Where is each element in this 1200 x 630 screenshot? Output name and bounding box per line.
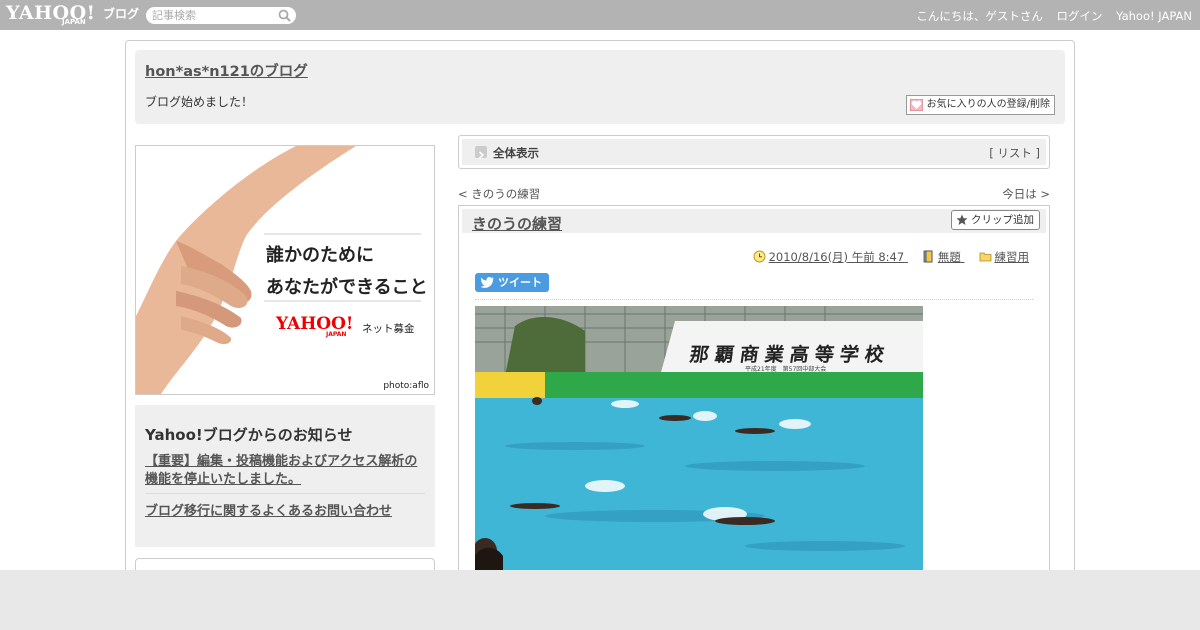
user-menu: こんにちは、ゲストさん ログイン Yahoo! JAPAN (916, 8, 1192, 24)
notice-divider (145, 493, 425, 494)
blog-post: きのうの練習 クリップ追加 2010/8/16(月) 午前 8:47 無題 練習… (458, 205, 1050, 587)
clip-add-label: クリップ追加 (971, 214, 1034, 226)
next-arrow: > (1040, 187, 1050, 201)
blog-header: hon*as*n121のブログ ブログ始めました！ お気に入りの人の登録/削除 (135, 50, 1065, 124)
post-theme[interactable]: 無題 (922, 250, 965, 264)
charity-banner[interactable]: 誰かのために あなたができること YAHOO! JAPAN ネット募金 phot… (135, 145, 435, 395)
post-meta: 2010/8/16(月) 午前 8:47 無題 練習用 (739, 249, 1029, 265)
notice-link-important[interactable]: 【重要】編集・投稿機能およびアクセス解析の機能を停止いたしました。 (145, 453, 429, 489)
prev-post-link[interactable]: きのうの練習 (471, 187, 540, 201)
yahoo-logo-sub: JAPAN (62, 18, 86, 26)
list-view-link[interactable]: リスト (997, 146, 1032, 160)
blog-service-label[interactable]: ブログ (103, 5, 139, 22)
clock-icon (753, 250, 766, 263)
post-photo[interactable]: 那覇商業高等学校 平成21年度 第57回中部大会 (475, 306, 923, 576)
global-header: YAHOO! JAPAN ブログ こんにちは、ゲストさん ログイン Yahoo!… (0, 0, 1200, 30)
star-icon (956, 214, 968, 225)
notice-title: Yahoo!ブログからのお知らせ (145, 426, 353, 444)
tweet-label: ツイート (498, 276, 542, 289)
next-post-link[interactable]: 今日は (1002, 187, 1037, 201)
post-title-link[interactable]: きのうの練習 (472, 213, 562, 234)
view-list-toggle: [ リスト ] (989, 145, 1040, 161)
post-date[interactable]: 2010/8/16(月) 午前 8:47 (753, 250, 908, 264)
blog-description: ブログ始めました！ (145, 95, 254, 109)
banner-headline-2: あなたができること (266, 277, 428, 298)
view-mode-inner: 全体表示 [ リスト ] (462, 139, 1046, 165)
notice-link-faq[interactable]: ブログ移行に関するよくあるお問い合わせ (145, 500, 392, 519)
tweet-button[interactable]: ツイート (475, 273, 549, 292)
notice-box: Yahoo!ブログからのお知らせ 【重要】編集・投稿機能およびアクセス解析の機能… (135, 405, 435, 547)
post-category[interactable]: 練習用 (979, 250, 1030, 264)
book-icon (923, 250, 933, 263)
search-input[interactable] (152, 7, 272, 24)
next-post-nav: 今日は > (1002, 186, 1050, 202)
banner-photo-credit: photo:aflo (383, 381, 429, 391)
post-divider (475, 299, 1033, 300)
post-theme-text: 無題 (937, 250, 961, 264)
view-mode-bar: 全体表示 [ リスト ] (458, 135, 1050, 169)
search-box (146, 7, 296, 24)
post-category-text: 練習用 (994, 250, 1030, 264)
bracket-open: [ (989, 146, 994, 160)
blog-title-link[interactable]: hon*as*n121のブログ (145, 60, 308, 81)
banner-headline-1: 誰かのために (266, 245, 374, 266)
post-date-text: 2010/8/16(月) 午前 8:47 (768, 250, 905, 264)
favorite-register-button[interactable]: お気に入りの人の登録/削除 (905, 95, 1055, 115)
favorite-register-label: お気に入りの人の登録/削除 (926, 99, 1050, 110)
chevron-right-icon (475, 146, 487, 159)
yahoo-japan-link[interactable]: Yahoo! JAPAN (1116, 9, 1192, 23)
handshake-illustration (136, 146, 421, 394)
heart-icon (909, 99, 923, 111)
post-header: きのうの練習 クリップ追加 (462, 209, 1046, 233)
banner-yahoo-logo-sub: JAPAN (326, 331, 347, 338)
bracket-close: ] (1035, 146, 1041, 160)
clip-add-button[interactable]: クリップ追加 (951, 210, 1040, 230)
footer-background (0, 570, 1200, 630)
photo-banner-subtext: 平成21年度 第57回中部大会 (745, 366, 827, 373)
twitter-bird-icon (481, 277, 494, 288)
prev-post-nav: < きのうの練習 (458, 186, 540, 202)
banner-tagline: ネット募金 (362, 323, 415, 335)
view-all-label: 全体表示 (493, 146, 539, 160)
search-icon[interactable] (278, 9, 291, 22)
greeting-text: こんにちは、ゲストさん (916, 9, 1043, 23)
folder-icon (979, 252, 991, 262)
prev-arrow: < (458, 187, 468, 201)
photo-banner-text: 那覇商業高等学校 (688, 344, 892, 366)
login-link[interactable]: ログイン (1057, 9, 1103, 23)
